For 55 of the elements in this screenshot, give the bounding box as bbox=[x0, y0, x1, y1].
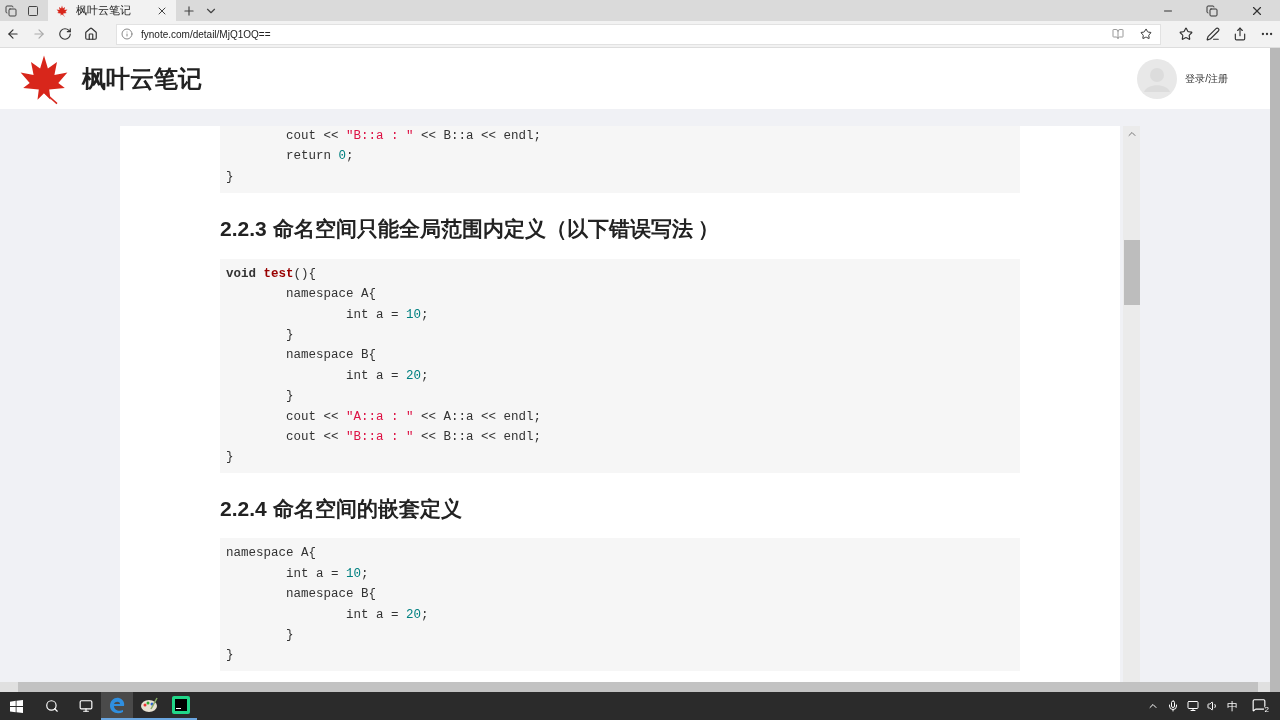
code-line: namespace B{ bbox=[285, 347, 378, 365]
tabs-icon[interactable] bbox=[5, 4, 17, 17]
tab-title: 枫叶云笔记 bbox=[76, 3, 132, 19]
task-view-icon[interactable] bbox=[79, 699, 93, 713]
back-icon[interactable] bbox=[6, 27, 20, 41]
home-icon[interactable] bbox=[84, 27, 98, 41]
code-line: int a = 10; bbox=[285, 565, 370, 583]
notification-count: 2 bbox=[1263, 706, 1270, 714]
code-line: } bbox=[226, 647, 235, 665]
code-line: void test(){ bbox=[226, 265, 318, 283]
search-icon[interactable] bbox=[45, 699, 59, 713]
browser-tab[interactable]: 枫叶云笔记 bbox=[48, 0, 176, 21]
url-text: fynote.com/detail/MjQ1OQ== bbox=[141, 27, 272, 42]
code-line: namespace B{ bbox=[285, 586, 378, 604]
ide-icon bbox=[171, 695, 191, 715]
microphone-icon[interactable] bbox=[1167, 700, 1179, 712]
browser-icon bbox=[107, 695, 127, 715]
favorites-icon[interactable] bbox=[1179, 27, 1193, 41]
refresh-icon[interactable] bbox=[58, 27, 72, 41]
address-field[interactable]: fynote.com/detail/MjQ1OQ== bbox=[116, 23, 1161, 45]
code-line: } bbox=[285, 388, 295, 406]
code-line: cout << "B::a : " << B::a << endl; bbox=[285, 128, 543, 145]
section-heading: 2.2.4 命名空间的嵌套定义 bbox=[220, 495, 463, 522]
input-method[interactable]: 中 bbox=[1227, 697, 1238, 715]
share-icon[interactable] bbox=[1233, 27, 1247, 41]
windows-icon[interactable] bbox=[10, 699, 23, 713]
code-line: int a = 20; bbox=[345, 606, 430, 624]
volume-icon[interactable] bbox=[1207, 700, 1219, 712]
scroll-thumb[interactable] bbox=[1123, 240, 1140, 305]
code-line: } bbox=[226, 168, 235, 186]
code-line: } bbox=[285, 626, 295, 644]
palette-icon bbox=[139, 695, 159, 715]
notification-button[interactable]: 2 bbox=[1252, 698, 1270, 714]
code-line: return 0; bbox=[285, 148, 355, 166]
reading-view-icon[interactable] bbox=[1112, 28, 1124, 40]
leaf-icon bbox=[56, 4, 68, 17]
code-line: } bbox=[285, 326, 295, 344]
code-line: int a = 10; bbox=[345, 306, 430, 324]
tab-aside-icon[interactable] bbox=[27, 4, 39, 17]
code-line: namespace A{ bbox=[285, 286, 378, 304]
star-icon[interactable] bbox=[1140, 28, 1152, 40]
new-tab-icon[interactable] bbox=[182, 3, 196, 18]
code-line: cout << "A::a : " << A::a << endl; bbox=[285, 408, 543, 426]
code-line: namespace A{ bbox=[226, 545, 317, 563]
site-name[interactable]: 枫叶云笔记 bbox=[82, 60, 202, 97]
network-icon[interactable] bbox=[1187, 700, 1199, 712]
info-icon bbox=[121, 28, 133, 40]
notification-icon bbox=[1252, 698, 1266, 712]
code-line: int a = 20; bbox=[345, 367, 430, 385]
section-heading: 2.2.3 命名空间只能全局范围内定义（以下错误写法 ） bbox=[220, 216, 721, 243]
restore-icon[interactable] bbox=[1206, 4, 1218, 17]
login-link[interactable]: 登录/注册 bbox=[1185, 71, 1228, 86]
pen-icon[interactable] bbox=[1206, 27, 1220, 41]
code-line: } bbox=[226, 449, 235, 467]
code-line: cout << "B::a : " << B::a << endl; bbox=[285, 428, 543, 446]
